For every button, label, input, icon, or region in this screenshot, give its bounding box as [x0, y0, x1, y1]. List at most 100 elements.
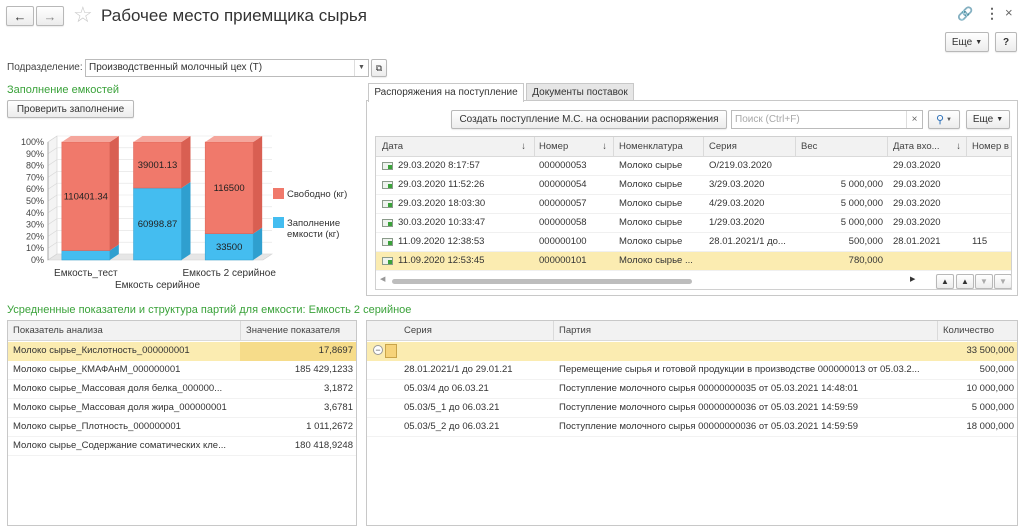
kebab-menu-icon[interactable]: ⋮: [985, 5, 999, 22]
y-tick-label: 90%: [26, 149, 44, 159]
y-tick-label: 0%: [31, 255, 44, 265]
legend-swatch: [273, 188, 284, 199]
search-input[interactable]: Поиск (Ctrl+F) ×: [731, 110, 923, 129]
search-button[interactable]: ⚲ ▼: [928, 110, 960, 129]
scroll-up-button[interactable]: ▲: [956, 274, 974, 289]
table-row[interactable]: Молоко сырье_Массовая доля жира_00000000…: [8, 399, 356, 418]
col-number-in[interactable]: Номер в: [972, 138, 1011, 156]
date-cell: 29.03.2020 11:52:26: [398, 179, 485, 190]
col-weight[interactable]: Вес: [801, 138, 881, 156]
col-date[interactable]: Дата ↓: [382, 138, 528, 156]
y-tick-label: 10%: [26, 243, 44, 253]
col-number[interactable]: Номер ↓: [539, 138, 609, 156]
col-quantity[interactable]: Количество: [943, 322, 1015, 340]
collapse-group-icon[interactable]: −: [373, 345, 383, 355]
check-fill-button[interactable]: Проверить заполнение: [7, 100, 134, 118]
scroll-left-icon[interactable]: ◀: [380, 275, 385, 283]
quantity-cell: 500,000: [979, 364, 1014, 375]
weight-cell: 5 000,000: [840, 198, 883, 209]
col-batch[interactable]: Партия: [559, 322, 909, 340]
y-tick-label: 100%: [21, 137, 44, 147]
tank-fill-title: Заполнение емкостей: [7, 84, 120, 96]
col-series[interactable]: Серия: [709, 138, 789, 156]
scroll-to-top-button[interactable]: ▲: [936, 274, 954, 289]
table-row[interactable]: Молоко сырье_Массовая доля белка_000000.…: [8, 380, 356, 399]
y-tick-label: 70%: [26, 172, 44, 182]
link-icon[interactable]: 🔗: [957, 6, 973, 22]
col-date-in[interactable]: Дата вхо... ↓: [893, 138, 963, 156]
indicator-value-cell: 3,1872: [323, 383, 353, 394]
date-cell: 11.09.2020 12:53:45: [398, 255, 485, 266]
dropdown-arrow-icon: ▼: [946, 116, 952, 123]
favorite-star-icon[interactable]: ☆: [73, 2, 93, 28]
item-cell: Молоко сырье: [619, 160, 683, 171]
first-page-icon: ▲: [941, 277, 949, 286]
table-row[interactable]: 05.03/5_1 до 06.03.21 Поступление молочно…: [367, 399, 1017, 418]
weight-cell: 5 000,000: [840, 179, 883, 190]
create-receipt-button[interactable]: Создать поступление М.С. на основании ра…: [451, 110, 727, 129]
batch-group-row[interactable]: − 33 500,000: [367, 342, 1017, 361]
dropdown-arrow-icon[interactable]: ▼: [354, 60, 368, 76]
col-indicator-value[interactable]: Значение показателя: [246, 322, 354, 340]
scrollbar-thumb[interactable]: [392, 279, 692, 284]
table-row[interactable]: Молоко сырье_Плотность_000000001 1 011,26…: [8, 418, 356, 437]
table-row[interactable]: Молоко сырье_Содержание соматических кле…: [8, 437, 356, 456]
legend-label: емкости (кг): [287, 229, 339, 240]
series-cell: 4/29.03.2020: [709, 198, 765, 209]
arrow-up-icon: ▲: [961, 277, 969, 286]
sort-desc-icon: ↓: [521, 141, 526, 152]
series-cell: О/219.03.2020: [709, 160, 772, 171]
table-row[interactable]: Молоко сырье_КМАФАнМ_000000001 185 429,12…: [8, 361, 356, 380]
y-tick-label: 20%: [26, 231, 44, 241]
table-row[interactable]: Молоко сырье_Кислотность_000000001 17,869…: [8, 342, 356, 361]
table-row[interactable]: 05.03/4 до 06.03.21 Поступление молочного…: [367, 380, 1017, 399]
col-item[interactable]: Номенклатура: [619, 138, 699, 156]
series-cell: 28.01.2021/1 до 29.01.21: [404, 364, 513, 375]
scroll-right-icon[interactable]: ▶: [910, 275, 915, 283]
table-row[interactable]: 11.09.2020 12:38:53 000000100 Молоко сырье…: [376, 233, 1011, 252]
document-icon: [382, 162, 393, 170]
date-in-cell: 29.03.2020: [893, 217, 941, 228]
close-icon[interactable]: ×: [1005, 5, 1013, 20]
open-department-button[interactable]: ⧉: [371, 59, 387, 77]
series-cell: 28.01.2021/1 до...: [709, 236, 786, 247]
table-row[interactable]: 29.03.2020 8:17:57 000000053 Молоко сырье О…: [376, 157, 1011, 176]
date-in-cell: 29.03.2020: [893, 198, 941, 209]
table-row[interactable]: 11.09.2020 12:53:45 000000101 Молоко сырье…: [376, 252, 1011, 271]
col-series[interactable]: Серия: [404, 322, 544, 340]
indicator-value-cell: 17,8697: [240, 342, 356, 361]
scroll-down-button[interactable]: ▼: [975, 274, 993, 289]
table-row[interactable]: 05.03/5_2 до 06.03.21 Поступление молочно…: [367, 418, 1017, 437]
page-title: Рабочее место приемщика сырья: [101, 6, 367, 25]
indicator-name-cell: Молоко сырье_Содержание соматических кле…: [13, 440, 226, 451]
table-row[interactable]: 29.03.2020 11:52:26 000000054 Молоко сырье…: [376, 176, 1011, 195]
weight-cell: 500,000: [848, 236, 883, 247]
scroll-to-bottom-button[interactable]: ▼: [994, 274, 1011, 289]
indicator-value-cell: 1 011,2672: [306, 421, 353, 432]
department-field[interactable]: Производственный молочный цех (Т) ▼: [85, 59, 369, 77]
table-row[interactable]: 30.03.2020 10:33:47 000000058 Молоко сырье…: [376, 214, 1011, 233]
bar-data-label: 39001.13: [138, 160, 178, 171]
table-row[interactable]: 29.03.2020 18:03:30 000000057 Молоко сырье…: [376, 195, 1011, 214]
more-button[interactable]: Еще ▼: [945, 32, 989, 52]
number-cell: 000000058: [539, 217, 587, 228]
receipts-more-button[interactable]: Еще ▼: [966, 110, 1010, 129]
tab-receipt-orders[interactable]: Распоряжения на поступление: [368, 83, 524, 102]
bar-segment: [61, 250, 111, 261]
bar-segment-side: [181, 182, 191, 260]
bar-segment-side: [181, 136, 191, 189]
table-row[interactable]: 28.01.2021/1 до 29.01.21 Перемещение сырь…: [367, 361, 1017, 380]
clear-search-icon[interactable]: ×: [906, 111, 922, 128]
series-cell: 05.03/5_2 до 06.03.21: [404, 421, 500, 432]
horizontal-scrollbar[interactable]: ◀ ▶: [380, 275, 920, 286]
x-category-label: Емкость 2 серийное: [182, 268, 276, 279]
bar-data-label: 116500: [214, 183, 245, 194]
tab-supply-documents[interactable]: Документы поставок: [526, 83, 634, 101]
y-tick-label: 30%: [26, 220, 44, 230]
averages-table-header: Показатель анализа Значение показателя: [8, 321, 356, 341]
back-button[interactable]: ←: [6, 6, 34, 26]
arrow-left-icon: ←: [13, 8, 27, 24]
help-button[interactable]: ?: [995, 32, 1017, 52]
col-indicator[interactable]: Показатель анализа: [13, 322, 233, 340]
forward-button[interactable]: →: [36, 6, 64, 26]
